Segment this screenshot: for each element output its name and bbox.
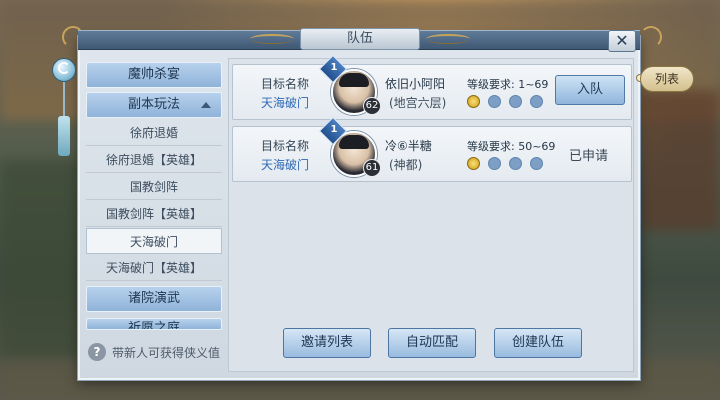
level-badge: 62 bbox=[363, 97, 381, 115]
sidebar-item-tianhai[interactable]: 天海破门 bbox=[86, 228, 222, 254]
member-slot-empty-icon bbox=[530, 95, 543, 108]
help-text: 带新人可获得侠义值 bbox=[112, 346, 221, 360]
close-button[interactable]: ✕ bbox=[608, 30, 636, 52]
member-slot-empty-icon bbox=[488, 95, 501, 108]
charm-string bbox=[63, 82, 65, 116]
window-title: 队伍 bbox=[300, 28, 420, 50]
charm-tassel bbox=[58, 116, 70, 156]
leader-location: (神都) bbox=[389, 158, 423, 172]
title-ornament-right bbox=[426, 34, 470, 44]
join-team-button[interactable]: 入队 bbox=[555, 75, 625, 105]
level-requirement: 等级要求: 50~69 bbox=[467, 140, 556, 153]
sidebar-item-guojiao[interactable]: 国教剑阵 bbox=[86, 174, 222, 200]
category-label: 诸院演武 bbox=[127, 291, 180, 306]
member-slot-empty-icon bbox=[488, 157, 501, 170]
sidebar-item-tianhai-hero[interactable]: 天海破门【英雄】 bbox=[86, 255, 222, 281]
background-building bbox=[640, 90, 720, 230]
target-label: 目标名称 bbox=[261, 77, 310, 91]
leader-location: (地宫六层) bbox=[389, 96, 447, 110]
category-label: 魔帅杀宴 bbox=[127, 67, 180, 82]
collapse-arrow-icon bbox=[201, 102, 211, 108]
target-value: 天海破门 bbox=[261, 96, 310, 110]
member-slot-empty-icon bbox=[530, 157, 543, 170]
team-row[interactable]: 目标名称 天海破门 1 61 冷⑥半糖 (神都) 等级要求: 50~69 已申请 bbox=[232, 116, 632, 182]
charm-swirl-icon bbox=[58, 62, 70, 74]
sidebar-item-xufu-hero[interactable]: 徐府退婚【英雄】 bbox=[86, 147, 222, 173]
sidebar-item-xufu[interactable]: 徐府退婚 bbox=[86, 120, 222, 146]
member-slot-empty-icon bbox=[509, 95, 522, 108]
create-team-button[interactable]: 创建队伍 bbox=[494, 328, 582, 358]
list-side-tab[interactable]: 列表 bbox=[640, 66, 694, 92]
member-slots bbox=[467, 157, 557, 171]
target-label: 目标名称 bbox=[261, 139, 310, 153]
sidebar-category-moshuai[interactable]: 魔帅杀宴 bbox=[86, 62, 222, 88]
leader-name: 依旧小阿阳 bbox=[385, 77, 446, 91]
member-slots bbox=[467, 95, 557, 109]
auto-match-button[interactable]: 自动匹配 bbox=[388, 328, 476, 358]
title-ornament-left bbox=[250, 34, 294, 44]
category-label: 祈愿之庭 bbox=[127, 321, 180, 330]
member-slot-empty-icon bbox=[509, 157, 522, 170]
leader-badge-text: 1 bbox=[330, 124, 338, 135]
corner-ornament-left bbox=[62, 26, 84, 48]
invite-list-button[interactable]: 邀请列表 bbox=[283, 328, 371, 358]
level-badge: 61 bbox=[363, 159, 381, 177]
sidebar-category-next[interactable]: 祈愿之庭 bbox=[86, 318, 222, 330]
leader-badge-text: 1 bbox=[330, 62, 338, 73]
background-trees bbox=[0, 160, 80, 360]
help-icon[interactable]: ? bbox=[88, 343, 106, 361]
sidebar-category-zhuyuan[interactable]: 诸院演武 bbox=[86, 286, 222, 312]
leader-name: 冷⑥半糖 bbox=[385, 139, 432, 153]
sidebar-item-guojiao-hero[interactable]: 国教剑阵【英雄】 bbox=[86, 201, 222, 227]
team-row[interactable]: 目标名称 天海破门 1 62 依旧小阿阳 (地宫六层) 等级要求: 1~69 入… bbox=[232, 54, 632, 120]
member-slot-filled-icon bbox=[467, 157, 480, 170]
applied-status: 已申请 bbox=[569, 149, 609, 164]
category-label: 副本玩法 bbox=[127, 97, 180, 112]
sidebar-category-dungeon[interactable]: 副本玩法 bbox=[86, 92, 222, 118]
help-tip: ? 带新人可获得侠义值 bbox=[88, 342, 238, 362]
member-slot-filled-icon bbox=[467, 95, 480, 108]
target-value: 天海破门 bbox=[261, 158, 310, 172]
corner-ornament-right bbox=[640, 26, 662, 48]
level-requirement: 等级要求: 1~69 bbox=[467, 78, 549, 91]
